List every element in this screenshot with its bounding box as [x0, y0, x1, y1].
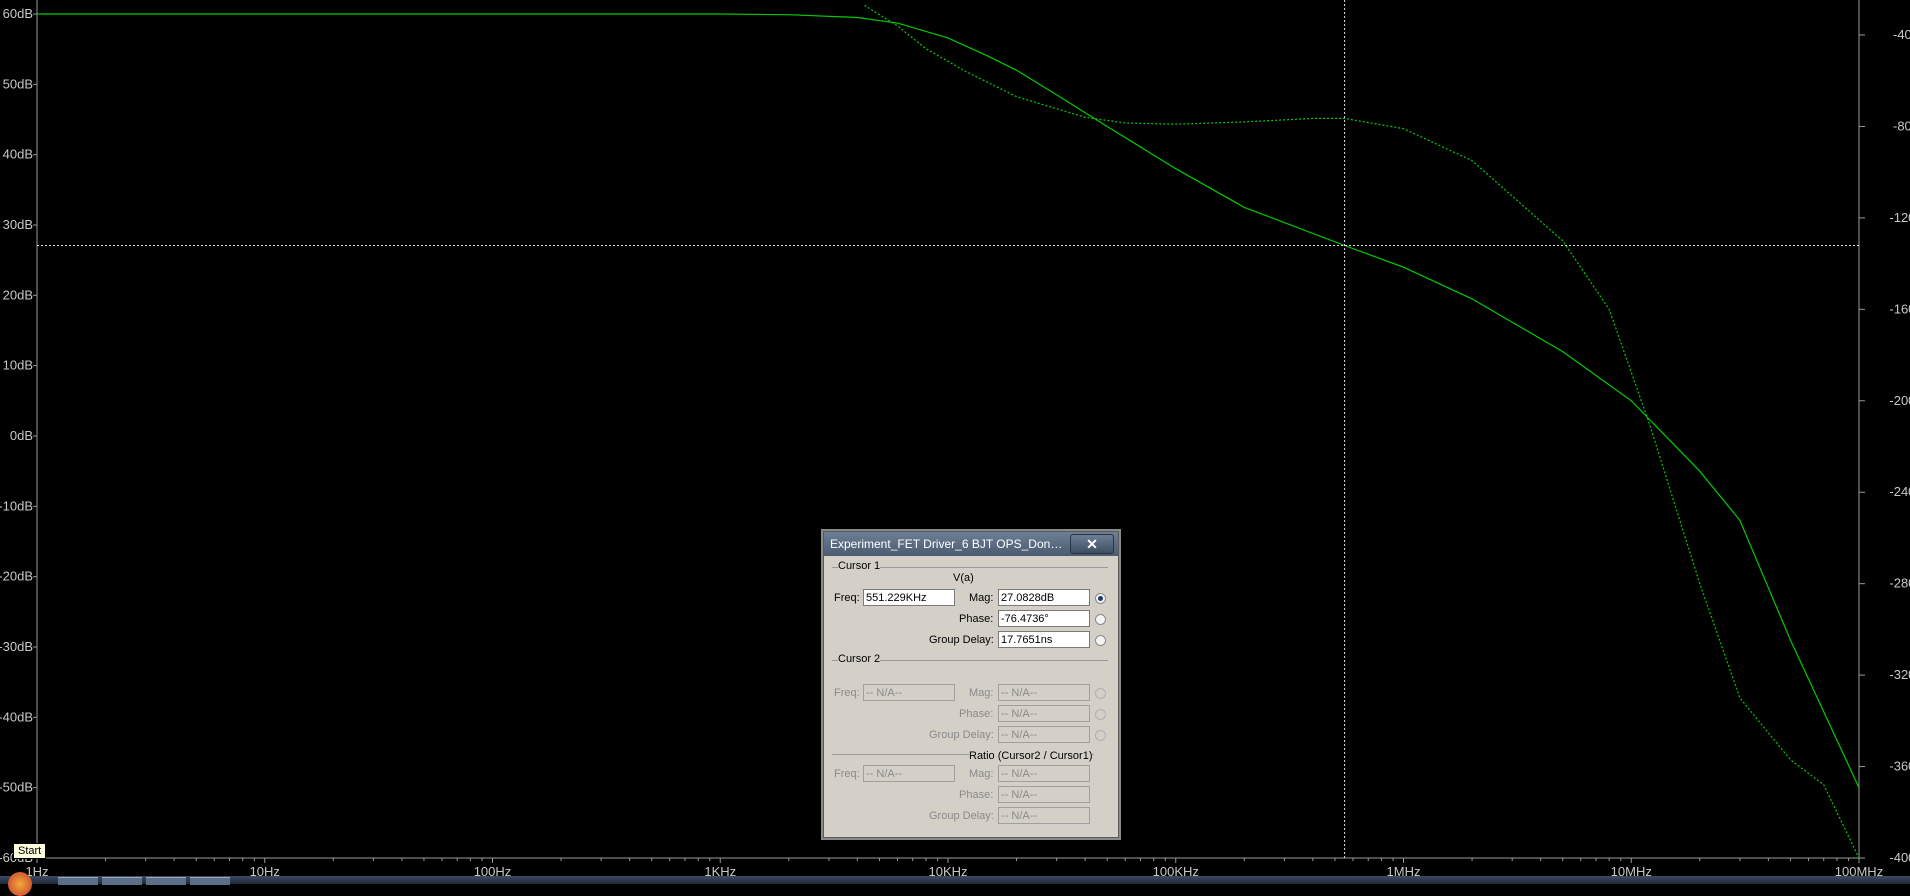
ratio-phase-label: Phase: — [959, 789, 994, 801]
y-tick-label: -10dB — [0, 498, 33, 513]
ratio-freq-label: Freq: — [834, 768, 860, 780]
start-orb-icon[interactable] — [8, 872, 32, 896]
ratio-freq-field: -- N/A-- — [863, 765, 955, 782]
y-tick-label: 0dB — [10, 428, 33, 443]
taskbar — [0, 876, 1910, 884]
y2-tick-label: -320° — [1889, 667, 1910, 682]
y-tick-label: 50dB — [3, 76, 33, 91]
cursor2-mag-radio — [1095, 688, 1106, 699]
cursor2-group-delay-field: -- N/A-- — [998, 726, 1090, 743]
y-tick-label: -40dB — [0, 709, 33, 724]
cursor2-phase-radio — [1095, 709, 1106, 720]
cursor2-group-delay-radio — [1095, 730, 1106, 741]
start-tooltip: Start — [13, 843, 47, 859]
y2-tick-label: -360° — [1889, 759, 1910, 774]
cursor1-freq-field[interactable]: 551.229KHz — [863, 589, 955, 606]
y2-tick-label: -120° — [1889, 210, 1910, 225]
y2-tick-label: -280° — [1889, 576, 1910, 591]
cursor1-mag-radio[interactable] — [1095, 593, 1106, 604]
cursor2-phase-label: Phase: — [959, 708, 994, 720]
ratio-heading: Ratio (Cursor2 / Cursor1) — [969, 750, 1093, 762]
cursor2-mag-field: -- N/A-- — [998, 684, 1090, 701]
cursor1-phase-field[interactable]: -76.4736° — [998, 610, 1090, 627]
y-tick-label: -30dB — [0, 639, 33, 654]
y-tick-label: 20dB — [3, 287, 33, 302]
ratio-group-delay-field: -- N/A-- — [998, 807, 1090, 824]
dialog-titlebar[interactable]: Experiment_FET Driver_6 BJT OPS_Done b..… — [824, 532, 1118, 556]
cursor-readout-dialog[interactable]: Experiment_FET Driver_6 BJT OPS_Done b..… — [823, 531, 1119, 838]
y-tick-label: -20dB — [0, 569, 33, 584]
cursor1-mag-field[interactable]: 27.0828dB — [998, 589, 1090, 606]
y2-tick-label: -80° — [1893, 118, 1910, 133]
cursor2-freq-field: -- N/A-- — [863, 684, 955, 701]
y-tick-label: -50dB — [0, 780, 33, 795]
cursor2-mag-label: Mag: — [969, 687, 994, 699]
y-tick-label: 60dB — [3, 6, 33, 21]
ratio-mag-field: -- N/A-- — [998, 765, 1090, 782]
y2-tick-label: -160° — [1889, 301, 1910, 316]
cursor1-phase-radio[interactable] — [1095, 614, 1106, 625]
cursor2-group-delay-label: Group Delay: — [929, 729, 994, 741]
cursor1-mag-label: Mag: — [969, 592, 994, 604]
y-tick-label: 40dB — [3, 147, 33, 162]
y2-tick-label: -240° — [1889, 484, 1910, 499]
cursor1-group-delay-label: Group Delay: — [929, 634, 994, 646]
cursor1-trace-name: V(a) — [953, 572, 974, 584]
ratio-mag-label: Mag: — [969, 768, 994, 780]
cursor1-group-delay-radio[interactable] — [1095, 635, 1106, 646]
y-tick-label: 30dB — [3, 217, 33, 232]
cursor2-phase-field: -- N/A-- — [998, 705, 1090, 722]
ratio-phase-field: -- N/A-- — [998, 786, 1090, 803]
y2-tick-label: -200° — [1889, 393, 1910, 408]
y-tick-label: 10dB — [3, 358, 33, 373]
cursor1-phase-label: Phase: — [959, 613, 994, 625]
y2-tick-label: -400° — [1889, 850, 1910, 865]
ratio-group-delay-label: Group Delay: — [929, 810, 994, 822]
cursor1-freq-label: Freq: — [834, 592, 860, 604]
cursor1-group-delay-field[interactable]: 17.7651ns — [998, 631, 1090, 648]
dialog-title: Experiment_FET Driver_6 BJT OPS_Done b..… — [830, 537, 1066, 551]
cursor2-freq-label: Freq: — [834, 687, 860, 699]
cursor1-heading: Cursor 1 — [838, 560, 881, 572]
close-button[interactable]: ✕ — [1070, 534, 1114, 554]
cursor2-heading: Cursor 2 — [838, 653, 881, 665]
y2-tick-label: -40° — [1893, 27, 1910, 42]
